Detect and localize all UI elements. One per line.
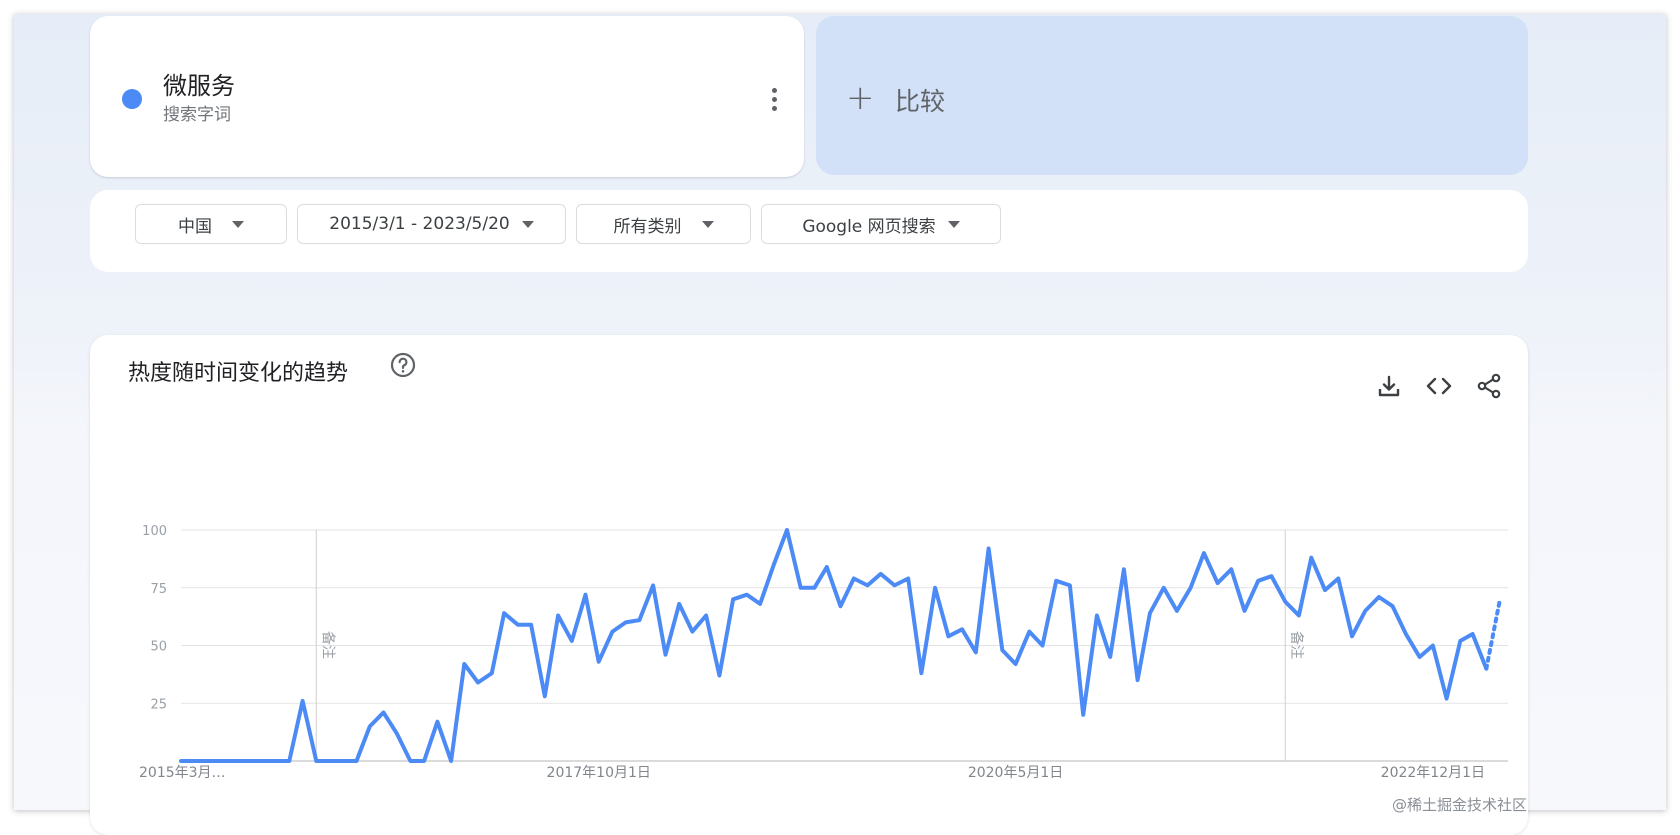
download-icon[interactable]: [1375, 372, 1403, 400]
chart-title: 热度随时间变化的趋势: [128, 361, 349, 386]
share-icon[interactable]: [1475, 372, 1503, 400]
more-options-icon[interactable]: [764, 84, 784, 120]
embed-code-icon[interactable]: [1425, 372, 1453, 400]
caret-down-icon: [521, 220, 534, 228]
compare-label: 比较: [895, 87, 946, 116]
category-value: 所有类别: [613, 216, 682, 237]
search-term-type: 搜索字词: [163, 105, 231, 125]
caret-down-icon: [947, 220, 960, 228]
category-dropdown[interactable]: 所有类别: [576, 204, 751, 244]
plus-icon: +: [846, 78, 875, 118]
date-range-dropdown[interactable]: 2015/3/1 - 2023/5/20: [297, 204, 566, 244]
trend-chart-card: [90, 335, 1528, 835]
watermark-text: @稀土掘金技术社区: [1392, 796, 1528, 814]
search-type-dropdown[interactable]: Google 网页搜索: [761, 204, 1001, 244]
series-color-dot: [122, 89, 142, 109]
region-value: 中国: [178, 216, 212, 237]
caret-down-icon: [232, 220, 244, 228]
date-range-value: 2015/3/1 - 2023/5/20: [329, 214, 510, 234]
region-dropdown[interactable]: 中国: [135, 204, 287, 244]
search-type-value: Google 网页搜索: [802, 216, 936, 237]
help-icon[interactable]: [390, 352, 416, 378]
caret-down-icon: [701, 220, 714, 228]
search-term-name: 微服务: [163, 72, 235, 100]
